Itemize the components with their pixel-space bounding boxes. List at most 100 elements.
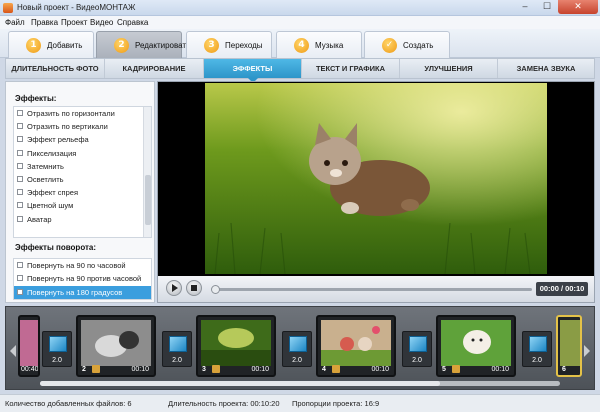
edit-icon[interactable] xyxy=(332,365,340,373)
step-music[interactable]: 4 Музыка xyxy=(276,31,362,58)
edit-icon[interactable] xyxy=(212,365,220,373)
effect-label: Аватар xyxy=(27,214,52,224)
effect-label: Отразить по горизонтали xyxy=(27,109,115,118)
effect-label: Пикселизация xyxy=(27,148,77,158)
tab-effects[interactable]: ЭФФЕКТЫ xyxy=(204,59,302,83)
step-edit[interactable]: 2 Редактировать xyxy=(96,31,190,58)
tab-text-graphics[interactable]: ТЕКСТ И ГРАФИКА xyxy=(302,59,400,78)
checkbox-icon xyxy=(17,215,23,222)
checkbox-icon xyxy=(17,110,23,116)
checkbox-icon xyxy=(17,275,23,282)
list-item[interactable]: Повернуть на 90 против часовой xyxy=(14,272,151,285)
clip-4[interactable]: 4 00:10 xyxy=(316,315,396,377)
clip-3[interactable]: 3 00:10 xyxy=(196,315,276,377)
scroll-right-icon[interactable] xyxy=(584,345,590,357)
transition-icon xyxy=(529,336,547,352)
player-controls: 00:00 / 00:10 xyxy=(158,276,594,302)
effects-scrollbar[interactable] xyxy=(143,107,151,237)
checkbox-icon xyxy=(17,202,23,209)
list-item[interactable]: Эффект спрея xyxy=(14,186,151,199)
close-button[interactable]: ✕ xyxy=(558,0,598,14)
clip-5[interactable]: 5 00:10 xyxy=(436,315,516,377)
clip-number: 4 xyxy=(322,366,326,373)
edit-icon[interactable] xyxy=(452,365,460,373)
step-create[interactable]: ✓ Создать xyxy=(364,31,450,58)
storyboard-timeline: 00:40 2.0 2 00:10 2.0 3 00:10 2.0 4 00:1… xyxy=(5,306,595,390)
play-icon xyxy=(172,284,178,292)
step-number-badge: 4 xyxy=(294,38,309,53)
effect-label: Затемнить xyxy=(27,161,64,171)
transition-icon xyxy=(289,336,307,352)
step-add[interactable]: 1 Добавить xyxy=(8,31,94,58)
checkbox-icon xyxy=(17,175,23,182)
checkbox-icon xyxy=(17,149,23,156)
list-item[interactable]: Повернуть на 90 по часовой xyxy=(14,259,151,272)
menu-edit[interactable]: Правка xyxy=(31,18,58,27)
edit-icon[interactable] xyxy=(92,365,100,373)
rotation-list: Повернуть на 90 по часовой Повернуть на … xyxy=(13,258,152,300)
transition-duration: 2.0 xyxy=(412,357,422,364)
transition-slot[interactable]: 2.0 xyxy=(402,331,432,367)
step-label: Добавить xyxy=(47,41,83,50)
step-label: Редактировать xyxy=(135,41,191,50)
transition-slot[interactable]: 2.0 xyxy=(522,331,552,367)
list-item-selected[interactable]: Повернуть на 180 градусов xyxy=(14,285,151,299)
window-controls: – ☐ ✕ xyxy=(514,0,598,14)
clip-6[interactable]: 6 xyxy=(556,315,582,377)
tab-replace-sound[interactable]: ЗАМЕНА ЗВУКА xyxy=(498,59,594,78)
tab-crop[interactable]: КАДРИРОВАНИЕ xyxy=(105,59,204,78)
step-transitions[interactable]: 3 Переходы xyxy=(186,31,272,58)
list-item[interactable]: Отразить по горизонтали xyxy=(14,107,151,120)
clip-2[interactable]: 2 00:10 xyxy=(76,315,156,377)
effect-label: Отразить по вертикали xyxy=(27,122,108,132)
check-icon: ✓ xyxy=(382,38,397,53)
list-item[interactable]: Пикселизация xyxy=(14,147,151,160)
status-bar: Количество добавленных файлов: 6 Длитель… xyxy=(0,394,600,412)
list-item[interactable]: Эффект рельефа xyxy=(14,133,151,146)
stop-icon xyxy=(191,285,197,291)
clip-thumbnail xyxy=(560,320,580,366)
clip-number: 5 xyxy=(442,366,446,373)
menu-project[interactable]: Проект xyxy=(61,18,87,27)
rotation-heading: Эффекты поворота: xyxy=(15,243,97,252)
seek-bar[interactable] xyxy=(211,285,532,294)
transition-slot[interactable]: 2.0 xyxy=(162,331,192,367)
maximize-button[interactable]: ☐ xyxy=(536,0,558,14)
step-number-badge: 2 xyxy=(114,38,129,53)
clip-partial[interactable]: 00:40 xyxy=(18,315,40,377)
step-label: Музыка xyxy=(315,41,344,50)
list-item[interactable]: Аватар xyxy=(14,213,151,226)
stop-button[interactable] xyxy=(186,280,202,296)
effect-label: Осветлить xyxy=(27,174,64,184)
list-item[interactable]: Отразить по вертикали xyxy=(14,120,151,133)
effect-label: Эффект спрея xyxy=(27,188,79,198)
play-button[interactable] xyxy=(166,280,182,296)
seek-handle[interactable] xyxy=(211,285,220,294)
checkbox-icon xyxy=(17,262,23,268)
transition-duration: 2.0 xyxy=(172,357,182,364)
timeline-scroll-thumb[interactable] xyxy=(40,381,440,386)
tab-photo-duration[interactable]: ДЛИТЕЛЬНОСТЬ ФОТО xyxy=(6,59,105,78)
menu-file[interactable]: Файл xyxy=(5,18,25,27)
window-title: Новый проект - ВидеоМОНТАЖ xyxy=(17,3,136,12)
scroll-left-icon[interactable] xyxy=(10,345,16,357)
aspect-ratio: Пропорции проекта: 16:9 xyxy=(292,399,380,408)
transition-slot[interactable]: 2.0 xyxy=(42,331,72,367)
app-icon xyxy=(3,3,13,13)
minimize-button[interactable]: – xyxy=(514,0,536,14)
menu-help[interactable]: Справка xyxy=(117,18,148,27)
clip-thumbnail xyxy=(201,320,271,366)
tab-enhancements[interactable]: УЛУЧШЕНИЯ xyxy=(400,59,498,78)
transition-icon xyxy=(169,336,187,352)
transition-slot[interactable]: 2.0 xyxy=(282,331,312,367)
effects-panel: Эффекты: Отразить по горизонтали Отразит… xyxy=(5,81,155,303)
clip-thumbnail xyxy=(81,320,151,366)
clip-number: 3 xyxy=(202,366,206,373)
list-item[interactable]: Осветлить xyxy=(14,173,151,186)
rotation-label: Повернуть на 180 градусов xyxy=(27,287,123,297)
scroll-thumb[interactable] xyxy=(145,175,151,225)
timeline-scrollbar[interactable] xyxy=(40,381,560,386)
menu-video[interactable]: Видео xyxy=(90,18,113,27)
list-item[interactable]: Затемнить xyxy=(14,160,151,173)
list-item[interactable]: Цветной шум xyxy=(14,199,151,212)
